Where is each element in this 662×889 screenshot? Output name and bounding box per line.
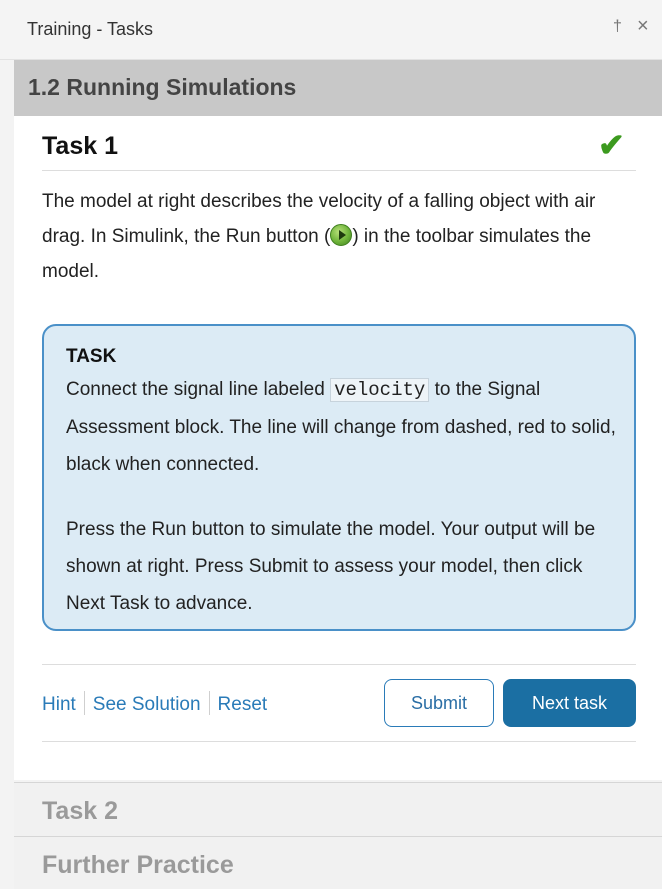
completed-check-icon: ✔: [598, 127, 625, 163]
submit-button[interactable]: Submit: [384, 679, 494, 727]
reset-link[interactable]: Reset: [218, 694, 268, 715]
further-practice-title: Further Practice: [42, 851, 234, 879]
title-divider: [42, 170, 636, 171]
task-intro-text: The model at right describes the velocit…: [42, 184, 612, 289]
section-title: 1.2 Running Simulations: [28, 74, 297, 100]
further-practice-section[interactable]: Further Practice: [14, 836, 662, 889]
run-play-icon: [330, 224, 353, 246]
instruction-text-before: Connect the signal line labeled: [66, 379, 331, 400]
task-box-label: TASK: [66, 346, 117, 367]
task-links: Hint See Solution Reset: [42, 691, 267, 716]
see-solution-link[interactable]: See Solution: [93, 694, 201, 715]
task-instruction-paragraph-1: Connect the signal line labeled velocity…: [66, 371, 622, 483]
section-header: 1.2 Running Simulations: [14, 60, 662, 116]
link-separator: [83, 691, 85, 715]
link-separator: [208, 691, 210, 715]
training-tasks-panel: Training - Tasks † × 1.2 Running Simulat…: [0, 0, 662, 889]
close-icon[interactable]: ×: [637, 15, 649, 38]
task-2-title: Task 2: [42, 797, 118, 825]
task-1-card: Task 1 ✔ The model at right describes th…: [14, 116, 662, 780]
hint-link[interactable]: Hint: [42, 694, 76, 715]
task-instruction-paragraph-2: Press the Run button to simulate the mod…: [66, 519, 596, 614]
pin-icon[interactable]: †: [613, 18, 622, 36]
task-instructions-box: TASK Connect the signal line labeled vel…: [42, 324, 636, 631]
signal-name-code: velocity: [330, 378, 430, 402]
panel-title: Training - Tasks: [27, 19, 154, 39]
next-task-button[interactable]: Next task: [503, 679, 636, 727]
task-2-section[interactable]: Task 2: [14, 782, 662, 836]
panel-titlebar: Training - Tasks † ×: [0, 0, 662, 60]
actions-bottom-divider: [42, 741, 636, 742]
actions-top-divider: [42, 664, 636, 665]
task-title: Task 1: [42, 132, 118, 160]
